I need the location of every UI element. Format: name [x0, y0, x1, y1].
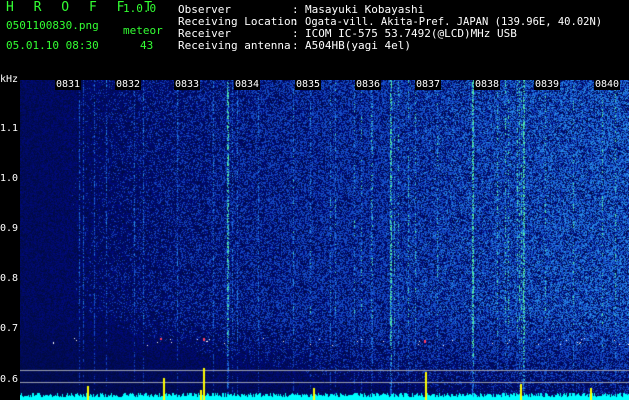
info-sep-antenna: :: [292, 39, 299, 52]
time-label-0840: 0840: [594, 79, 621, 90]
hroffft-window: { "app": { "name": "H R O F F T", "versi…: [0, 0, 629, 400]
frequency-axis: kHz 1.1 1.0 0.9 0.8 0.7 0.6: [0, 72, 20, 400]
axis-tick-1-0: 1.0: [0, 173, 19, 184]
time-label-0834: 0834: [234, 79, 261, 90]
header-panel: H R O F F T 1.0.0 0501100830.png meteor …: [0, 0, 629, 72]
time-label-0835: 0835: [295, 79, 322, 90]
app-version: 1.0.0: [123, 2, 157, 15]
info-key-antenna: Receiving antenna: [178, 39, 291, 52]
time-label-0831: 0831: [55, 79, 82, 90]
info-value-antenna: A504HB(yagi 4el): [305, 39, 411, 52]
axis-tick-0-8: 0.8: [0, 273, 19, 284]
axis-unit: kHz: [0, 74, 19, 85]
axis-tick-0-7: 0.7: [0, 323, 19, 334]
info-value-observer: Masayuki Kobayashi: [305, 3, 425, 16]
meteor-label: meteor: [123, 24, 163, 37]
axis-tick-0-9: 0.9: [0, 223, 19, 234]
time-label-0832: 0832: [115, 79, 142, 90]
file-name: 0501100830.png: [6, 19, 99, 32]
time-label-0839: 0839: [534, 79, 561, 90]
time-label-0833: 0833: [174, 79, 201, 90]
time-label-0838: 0838: [474, 79, 501, 90]
spectrogram: [20, 80, 629, 400]
axis-tick-1-1: 1.1: [0, 123, 19, 134]
meteor-count: 43: [140, 39, 154, 52]
axis-tick-0-6: 0.6: [0, 374, 19, 385]
file-datetime: 05.01.10 08:30: [6, 39, 99, 52]
time-label-0837: 0837: [415, 79, 442, 90]
time-label-0836: 0836: [355, 79, 382, 90]
